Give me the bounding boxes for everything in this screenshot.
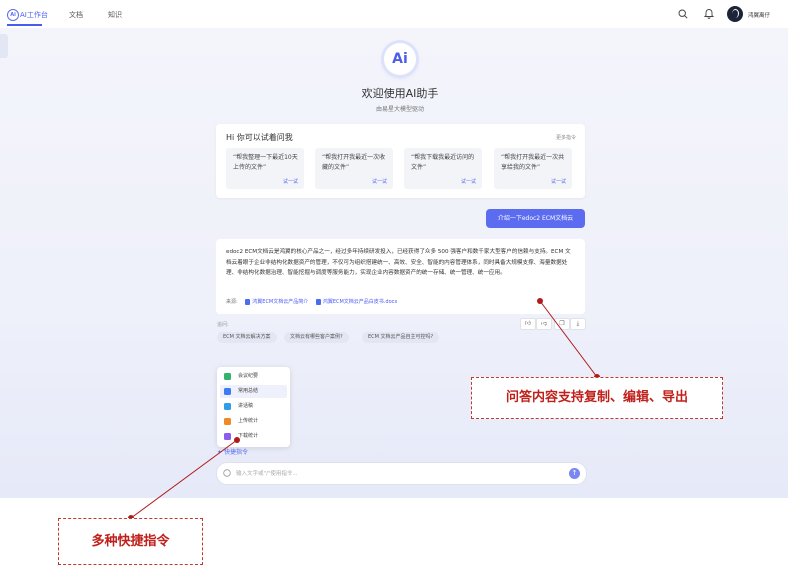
annotation-line [130,439,238,519]
annotation-line [539,300,598,378]
annotation-lines [128,298,600,521]
callout-quick-commands: 多种快捷指令 [58,518,203,565]
callout-copy-edit-export: 问答内容支持复制、编辑、导出 [471,377,723,419]
